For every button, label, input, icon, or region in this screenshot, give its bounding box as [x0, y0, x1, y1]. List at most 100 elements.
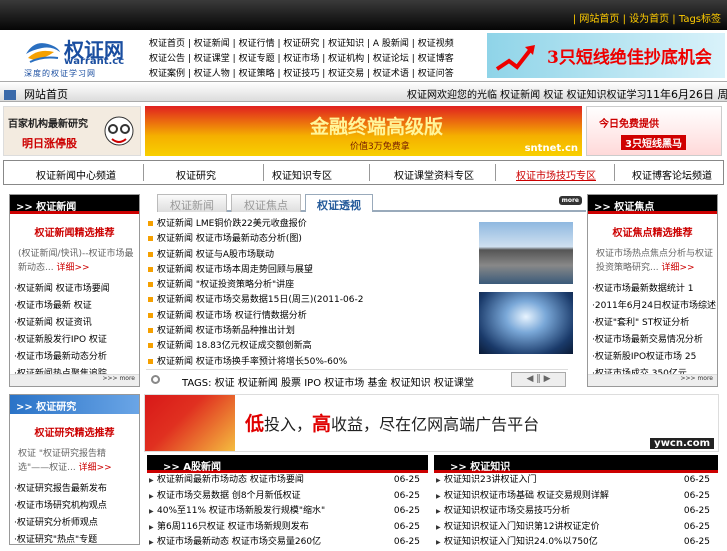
list-item[interactable]: 权证知识权证市场基础 权证交易规则详解 06-25 [434, 489, 718, 505]
list-item[interactable]: 权证知识23讲权证入门 06-25 [434, 473, 718, 489]
more-button[interactable]: more [558, 196, 582, 205]
tab-insight[interactable]: 权证透视 [305, 194, 373, 212]
tag-link[interactable]: 权证 [215, 378, 235, 389]
list-item[interactable]: ·权证新闻 权证资讯 [14, 315, 139, 332]
ywcn-banner[interactable]: 低投入，高收益，尽在亿网高端广告平台 ywcn.com [144, 394, 719, 452]
list-item[interactable]: 权证新闻 权证与A股市场联动 [148, 248, 478, 263]
more-link[interactable]: 详细>> [79, 463, 112, 473]
list-item[interactable]: 权证新闻 权证市场本周走势回顾与展望 [148, 263, 478, 278]
nav-link[interactable]: 权证论坛 [373, 54, 409, 64]
mainnav-item-5[interactable]: 权证博客论坛频道 [632, 167, 712, 182]
site-logo[interactable]: 权证网 warrant.cc 深度的权证学习网 [24, 34, 136, 80]
tag-link[interactable]: 权证市场 [324, 378, 364, 389]
mainnav-item-2[interactable]: 权证知识专区 [272, 167, 332, 182]
nav-link[interactable]: 权证首页 [149, 39, 185, 49]
list-item[interactable]: ·权证市场最新数据统计 1 [592, 281, 717, 298]
list-item[interactable]: 权证新闻 权证市场最新动态分析(图) [148, 232, 478, 247]
nav-link[interactable]: 权证专题 [239, 54, 275, 64]
set-home-link[interactable]: 设为首页 [629, 14, 669, 25]
tag-link[interactable]: 股票 [281, 378, 301, 389]
list-item[interactable]: ·权证研究"热点"专题 [14, 532, 139, 549]
top-ad-banner[interactable]: 3只短线绝佳抄底机会 [487, 33, 725, 78]
list-item[interactable]: 40%至11% 权证市场新股发行规模"缩水" 06-25 [147, 504, 428, 520]
mainnav-item-3[interactable]: 权证课堂资料专区 [394, 167, 474, 182]
nav-link[interactable]: 权证公告 [149, 54, 185, 64]
list-item[interactable]: 权证新闻 权证市场交易数据15日(周三)(2011-06-2 [148, 293, 478, 308]
ad-center[interactable]: 金融终端高级版 价值3万免费拿 sntnet.cn [145, 106, 582, 156]
list-item[interactable]: 权证知识权证入门知识第12讲权证定价 06-25 [434, 520, 718, 536]
list-item[interactable]: ·权证市场最新动态分析 [14, 349, 139, 366]
ad-left[interactable]: 百家机构最新研究 明日涨停股 [3, 106, 141, 156]
nav-link[interactable]: 权证机构 [328, 54, 364, 64]
list-item[interactable]: 权证新闻 18.83亿元权证成交额创新高 [148, 339, 478, 354]
list-item[interactable]: 权证新闻 权证市场换手率预计将增长50%-60% [148, 355, 478, 370]
list-item[interactable]: ·权证新股IPO权证市场 25 [592, 349, 717, 366]
tag-link[interactable]: 权证新闻 [238, 378, 278, 389]
nav-link[interactable]: A 股新闻 [373, 39, 409, 49]
list-item[interactable]: 权证知识权证入门知识24.0%以750亿 06-25 [434, 535, 718, 551]
mainnav-item-1[interactable]: 权证研究 [176, 167, 216, 182]
list-item[interactable]: ·权证新闻 权证市场要闻 [14, 281, 139, 298]
list-item[interactable]: ·权证市场研究机构观点 [14, 498, 139, 515]
nav-link[interactable]: 权证行情 [239, 39, 275, 49]
home-link[interactable]: 网站首页 [579, 14, 619, 25]
list-item[interactable]: 权证知识权证市场交易技巧分析 06-25 [434, 504, 718, 520]
divider [143, 164, 144, 181]
tag-link[interactable]: IPO [304, 378, 321, 389]
tag-link[interactable]: 权证课堂 [434, 378, 474, 389]
tab-news[interactable]: 权证新闻 [157, 194, 227, 212]
list-item[interactable]: ·权证研究分析师观点 [14, 515, 139, 532]
panel-title: >> 权证焦点 [588, 195, 717, 214]
more-button[interactable]: >>> more [10, 374, 139, 386]
featured-link[interactable]: 权证研究精选推荐 [10, 424, 139, 439]
ad-center-title: 金融终端高级版 [310, 116, 444, 138]
mainnav-item-4[interactable]: 权证市场技巧专区 [516, 167, 596, 182]
tag-link[interactable]: 基金 [367, 378, 387, 389]
list-item[interactable]: 权证新闻 权证市场 权证行情数据分析 [148, 309, 478, 324]
tags-link[interactable]: Tags标签 [679, 14, 721, 25]
list-item[interactable]: ·权证研究报告最新发布 [14, 481, 139, 498]
carousel-nav[interactable]: ◀ ‖ ▶ [511, 372, 566, 387]
nav-link[interactable]: 权证研究 [283, 39, 319, 49]
nav-link[interactable]: 权证人物 [194, 69, 230, 79]
tag-link[interactable]: 权证知识 [391, 378, 431, 389]
list-item[interactable]: 权证新闻最新市场动态 权证市场要闻 06-25 [147, 473, 428, 489]
infobar-links[interactable]: 权证网欢迎您的光临 权证新闻 权证 权证知识权证学习 [407, 86, 647, 101]
nav-link[interactable]: 权证课堂 [194, 54, 230, 64]
nav-link[interactable]: 权证案例 [149, 69, 185, 79]
nav-link[interactable]: 权证技巧 [283, 69, 319, 79]
nav-link[interactable]: 权证博客 [418, 54, 454, 64]
nav-link[interactable]: 权证术语 [373, 69, 409, 79]
list-item[interactable]: ·权证市场最新 权证 [14, 298, 139, 315]
list-item[interactable]: ·2011年6月24日权证市场综述 [592, 298, 717, 315]
ad-right[interactable]: 今日免费提供 3只短线黑马 [586, 106, 722, 156]
nav-link[interactable]: 权证市场 [283, 54, 319, 64]
list-item[interactable]: ·权证市场最新交易情况分析 [592, 332, 717, 349]
list-item[interactable]: ·权证"套利" ST权证分析 [592, 315, 717, 332]
list-item[interactable]: 权证市场最新动态 权证市场交易量260亿 06-25 [147, 535, 428, 551]
nav-link[interactable]: 权证新闻 [194, 39, 230, 49]
list-item[interactable]: 第6周116只权证 权证市场新规则发布 06-25 [147, 520, 428, 536]
nav-link[interactable]: 权证知识 [328, 39, 364, 49]
more-link[interactable]: 详细>> [661, 263, 694, 273]
tab-focus[interactable]: 权证焦点 [231, 194, 301, 212]
featured-link[interactable]: 权证焦点精选推荐 [588, 224, 717, 239]
list-item[interactable]: 权证新闻 "权证投资策略分析"讲座 [148, 278, 478, 293]
nav-link[interactable]: 权证交易 [328, 69, 364, 79]
list-item[interactable]: ·权证新股发行IPO 权证 [14, 332, 139, 349]
infobar-home-link[interactable]: 网站首页 [24, 88, 68, 101]
more-button[interactable]: >>> more [588, 374, 717, 386]
nav-link[interactable]: 权证策略 [239, 69, 275, 79]
news-photo-screen[interactable] [479, 292, 573, 354]
list-item[interactable]: 权证市场交易数据 创8个月新低权证 06-25 [147, 489, 428, 505]
ad-center-url: sntnet.cn [524, 143, 578, 154]
nav-link[interactable]: 权证问答 [418, 69, 454, 79]
news-photo-refinery[interactable] [479, 222, 573, 284]
featured-link[interactable]: 权证新闻精选推荐 [10, 224, 139, 239]
list-item[interactable]: 权证新闻 LME铜价跌22美元收盘报价 [148, 217, 478, 232]
more-link[interactable]: 详细>> [56, 263, 89, 273]
list-item[interactable]: 权证新闻 权证市场新品种推出计划 [148, 324, 478, 339]
column-title: >> A股新闻 [147, 455, 428, 473]
mainnav-item-0[interactable]: 权证新闻中心频道 [36, 167, 116, 182]
nav-link[interactable]: 权证视频 [418, 39, 454, 49]
